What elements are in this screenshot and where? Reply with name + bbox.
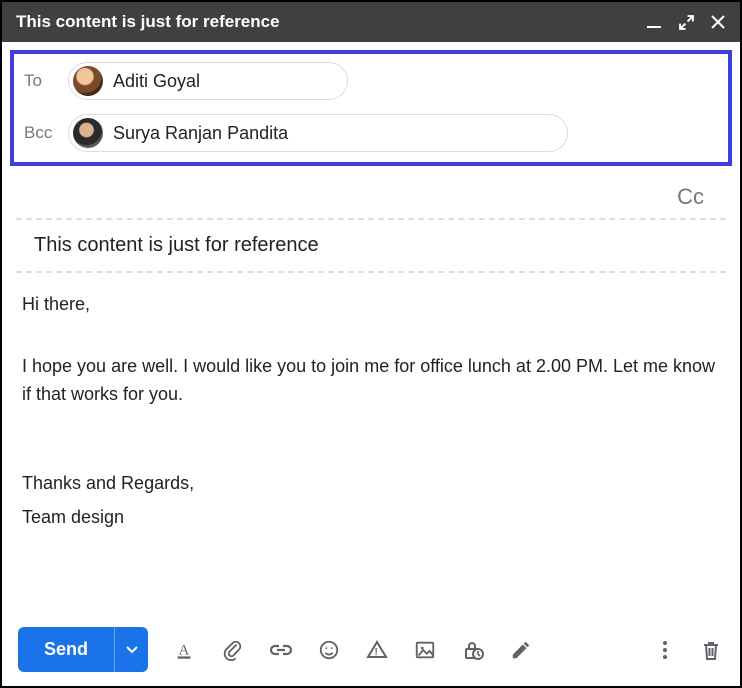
svg-text:!: ! bbox=[375, 647, 378, 658]
more-options-icon[interactable] bbox=[652, 637, 678, 663]
close-icon[interactable] bbox=[710, 14, 726, 30]
to-label: To bbox=[24, 71, 58, 91]
insert-emoji-icon[interactable] bbox=[316, 637, 342, 663]
subject-field[interactable]: This content is just for reference bbox=[16, 220, 726, 273]
insert-link-icon[interactable] bbox=[268, 637, 294, 663]
insert-photo-icon[interactable] bbox=[412, 637, 438, 663]
send-options-button[interactable] bbox=[114, 627, 148, 672]
to-recipient-chip[interactable]: Aditi Goyal bbox=[68, 62, 348, 100]
avatar-icon bbox=[73, 66, 103, 96]
compose-toolbar: Send A ! bbox=[2, 617, 740, 686]
message-body[interactable]: Hi there, I hope you are well. I would l… bbox=[2, 273, 740, 617]
formatting-options-icon[interactable]: A bbox=[172, 637, 198, 663]
body-signoff-line2: Team design bbox=[22, 504, 720, 532]
formatting-icons: A ! bbox=[172, 637, 648, 663]
to-row[interactable]: To Aditi Goyal bbox=[24, 62, 718, 100]
send-button-group: Send bbox=[18, 627, 148, 672]
expand-icon[interactable] bbox=[678, 14, 694, 30]
confidential-mode-icon[interactable] bbox=[460, 637, 486, 663]
insert-signature-icon[interactable] bbox=[508, 637, 534, 663]
bcc-recipient-chip[interactable]: Surya Ranjan Pandita bbox=[68, 114, 568, 152]
body-greeting: Hi there, bbox=[22, 291, 720, 319]
header-controls bbox=[646, 14, 726, 30]
toolbar-right-icons bbox=[652, 637, 724, 663]
insert-drive-icon[interactable]: ! bbox=[364, 637, 390, 663]
bcc-recipient-name: Surya Ranjan Pandita bbox=[113, 123, 288, 144]
bcc-row[interactable]: Bcc Surya Ranjan Pandita bbox=[24, 114, 718, 152]
discard-draft-icon[interactable] bbox=[698, 637, 724, 663]
recipients-highlight-box: To Aditi Goyal Bcc Surya Ranjan Pandita bbox=[10, 50, 732, 166]
send-button[interactable]: Send bbox=[18, 627, 114, 672]
attach-file-icon[interactable] bbox=[220, 637, 246, 663]
bcc-label: Bcc bbox=[24, 123, 58, 143]
avatar-icon bbox=[73, 118, 103, 148]
cc-label[interactable]: Cc bbox=[677, 184, 704, 210]
svg-text:A: A bbox=[179, 642, 190, 658]
to-recipient-name: Aditi Goyal bbox=[113, 71, 200, 92]
compose-title: This content is just for reference bbox=[16, 12, 646, 32]
cc-toggle[interactable]: Cc bbox=[16, 166, 726, 220]
minimize-icon[interactable] bbox=[646, 14, 662, 30]
compose-header: This content is just for reference bbox=[2, 2, 740, 42]
body-paragraph: I hope you are well. I would like you to… bbox=[22, 353, 720, 409]
body-signoff-line1: Thanks and Regards, bbox=[22, 470, 720, 498]
